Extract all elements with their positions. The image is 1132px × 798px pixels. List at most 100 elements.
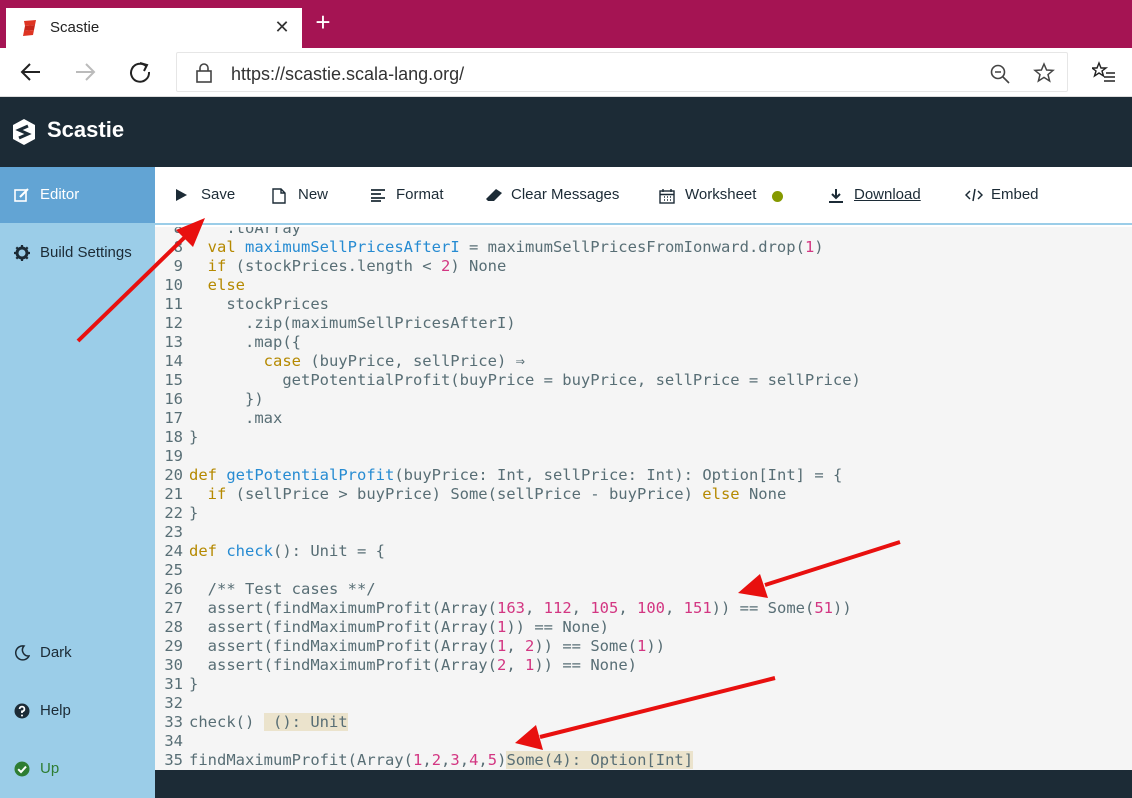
line-number: 11 — [164, 295, 183, 313]
clear-messages-label: Clear Messages — [511, 186, 620, 203]
refresh-icon[interactable] — [125, 58, 155, 86]
code-text: case (buyPrice, sellPrice) ⇒ — [263, 352, 525, 370]
new-tab-button[interactable]: + — [312, 9, 334, 35]
sidebar-item-editor[interactable]: Editor — [0, 167, 155, 223]
save-label: Save — [201, 186, 236, 203]
forward-icon[interactable] — [70, 58, 100, 86]
code-icon — [965, 188, 983, 202]
code-text: def getPotentialProfit(buyPrice: Int, se… — [189, 466, 843, 484]
line-number: 12 — [164, 314, 183, 332]
code-text: if (stockPrices.length < 2) None — [207, 257, 507, 275]
browser-tab-bar: Scastie ✕ + — [0, 0, 1132, 48]
line-number: 20 — [164, 466, 183, 484]
line-number: 23 — [164, 523, 183, 541]
back-icon[interactable] — [16, 58, 46, 86]
code-text: .max — [189, 409, 283, 427]
favorite-star-icon[interactable] — [1033, 62, 1055, 84]
code-text: } — [189, 428, 199, 446]
sidebar-label: Build Settings — [40, 244, 132, 261]
sidebar-item-help[interactable]: Help — [0, 683, 155, 739]
editor-toolbar: Save New Format Clear Messages Worksheet… — [155, 167, 1132, 225]
check-circle-icon — [14, 761, 30, 777]
code-editor[interactable]: 8 .toArray 8 val maximumSellPricesAfterI … — [155, 227, 1132, 770]
app-header: Scastie — [0, 97, 1132, 167]
code-text: .map({ — [189, 333, 301, 351]
line-number: 30 — [164, 656, 183, 674]
code-text: assert(findMaximumProfit(Array(1, 2)) ==… — [189, 637, 666, 655]
download-icon — [829, 189, 843, 203]
worksheet-status-dot — [772, 191, 783, 202]
code-text: val maximumSellPricesAfterI = maximumSel… — [207, 238, 824, 256]
zoom-icon[interactable] — [989, 63, 1011, 85]
code-text: getPotentialProfit(buyPrice = buyPrice, … — [189, 371, 861, 389]
line-number: 10 — [164, 276, 183, 294]
code-text: assert(findMaximumProfit(Array(2, 1)) ==… — [189, 656, 638, 674]
code-text: } — [189, 675, 199, 693]
app-title: Scastie — [47, 117, 125, 142]
code-text: /** Test cases **/ — [189, 580, 376, 598]
play-icon — [176, 189, 187, 201]
tab-title: Scastie — [50, 19, 100, 36]
line-number: 34 — [164, 732, 183, 750]
eraser-icon — [486, 189, 502, 201]
console-bar[interactable] — [155, 770, 1132, 798]
sidebar: Editor Build Settings Dark Help Up — [0, 167, 155, 798]
url-text: https://scastie.scala-lang.org/ — [231, 64, 465, 84]
line-number: 27 — [164, 599, 183, 617]
format-button[interactable]: Format — [370, 186, 450, 206]
line-number: 26 — [164, 580, 183, 598]
line-number: 22 — [164, 504, 183, 522]
line-number: 31 — [164, 675, 183, 693]
code-text: if (sellPrice > buyPrice) Some(sellPrice… — [207, 485, 787, 503]
moon-icon — [14, 645, 30, 661]
save-button[interactable]: Save — [175, 186, 245, 206]
line-number: 19 — [164, 447, 183, 465]
worksheet-result: Some(4): Option[Int] — [506, 751, 694, 769]
code-text: else — [207, 276, 245, 294]
code-text: }) — [189, 390, 264, 408]
line-number: 21 — [164, 485, 183, 503]
line-number: 8 — [173, 227, 183, 237]
new-label: New — [298, 186, 329, 203]
edit-icon — [14, 188, 29, 202]
line-number: 28 — [164, 618, 183, 636]
new-button[interactable]: New — [272, 186, 342, 206]
address-bar[interactable]: https://scastie.scala-lang.org/ — [176, 52, 1068, 92]
worksheet-result: (): Unit — [263, 713, 348, 731]
sidebar-label: Dark — [40, 644, 72, 661]
scastie-logo-icon — [13, 119, 35, 145]
line-number: 25 — [164, 561, 183, 579]
sidebar-label: Up — [40, 760, 60, 777]
tab-close-icon[interactable]: ✕ — [272, 17, 292, 37]
code-text: stockPrices — [189, 295, 329, 313]
sidebar-item-dark[interactable]: Dark — [0, 625, 155, 681]
line-number: 24 — [164, 542, 183, 560]
line-number: 8 — [173, 238, 183, 256]
file-icon — [272, 188, 286, 204]
sidebar-item-build-settings[interactable]: Build Settings — [0, 225, 155, 281]
embed-label: Embed — [991, 186, 1039, 203]
line-number: 16 — [164, 390, 183, 408]
calendar-icon — [659, 189, 675, 204]
line-number: 17 — [164, 409, 183, 427]
sidebar-label: Help — [40, 702, 71, 719]
browser-tab[interactable]: Scastie ✕ — [6, 8, 302, 48]
code-text: def check(): Unit = { — [189, 542, 385, 560]
code-text: .zip(maximumSellPricesAfterI) — [189, 314, 516, 332]
code-text: findMaximumProfit(Array(1,2,3,4,5)Some(4… — [189, 751, 694, 769]
line-number: 33 — [164, 713, 183, 731]
worksheet-toggle[interactable]: Worksheet — [659, 186, 789, 206]
align-left-icon — [371, 189, 385, 202]
line-number: 14 — [164, 352, 183, 370]
download-button[interactable]: Download — [828, 186, 928, 206]
embed-button[interactable]: Embed — [965, 186, 1045, 206]
sidebar-item-up[interactable]: Up — [0, 741, 155, 797]
clear-messages-button[interactable]: Clear Messages — [485, 186, 625, 206]
favorites-list-icon[interactable] — [1092, 61, 1116, 83]
sidebar-label: Editor — [40, 186, 80, 203]
code-text: assert(findMaximumProfit(Array(163, 112,… — [189, 599, 852, 617]
line-number: 29 — [164, 637, 183, 655]
code-text: .toArray — [189, 227, 301, 237]
code-text: } — [189, 504, 199, 522]
line-number: 15 — [164, 371, 183, 389]
